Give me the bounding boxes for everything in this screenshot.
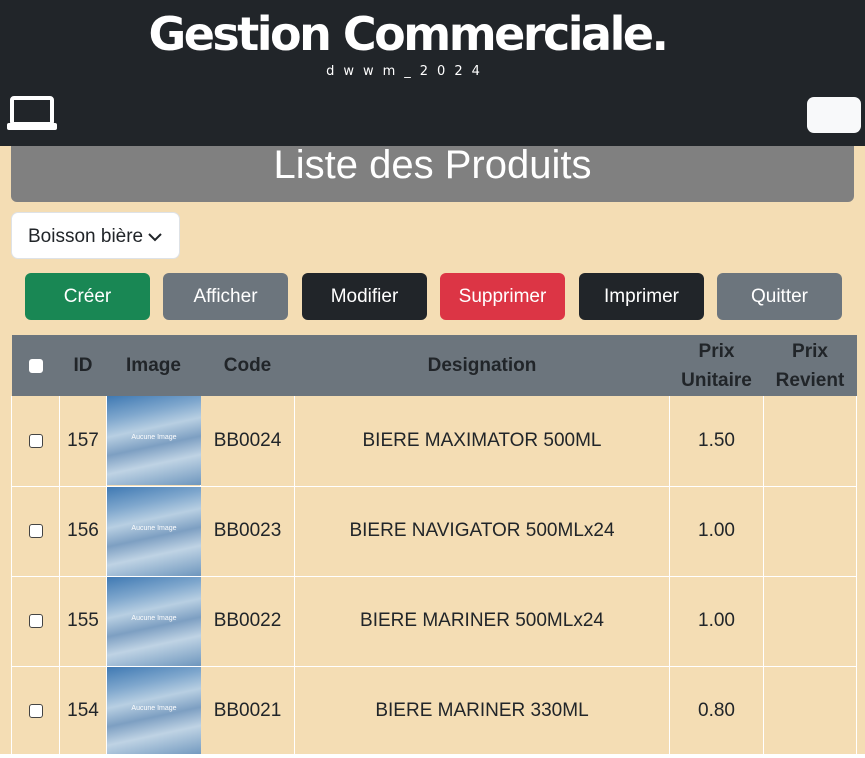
cell-prix-revient: [763, 665, 857, 757]
column-header-id[interactable]: ID: [59, 335, 107, 396]
cell-id: 155: [59, 575, 107, 667]
cell-image: Aucune Image: [106, 575, 201, 667]
table-row[interactable]: 157 Aucune Image BB0024 BIERE MAXIMATOR …: [11, 396, 857, 487]
cell-code: BB0022: [200, 575, 295, 667]
row-select-cell: [11, 396, 60, 487]
product-image[interactable]: Aucune Image: [107, 576, 201, 666]
page-bottom-edge: [0, 754, 865, 758]
cell-id: 156: [59, 485, 107, 577]
product-image[interactable]: Aucune Image: [107, 396, 201, 486]
row-checkbox[interactable]: [28, 433, 43, 448]
cell-image: Aucune Image: [106, 665, 201, 757]
cell-prix-revient: [763, 575, 857, 667]
cell-code: BB0023: [200, 485, 295, 577]
delete-button[interactable]: Supprimer: [440, 273, 565, 320]
category-select[interactable]: Boisson bière: [11, 212, 180, 259]
cell-designation: BIERE MARINER 500MLx24: [294, 575, 670, 667]
column-header-designation[interactable]: Designation: [294, 335, 670, 396]
page-title: Liste des Produits: [11, 145, 854, 202]
column-header-prix-unitaire[interactable]: Prix Unitaire: [669, 335, 764, 396]
cell-id: 157: [59, 396, 107, 487]
cell-prix-unitaire: 0.80: [669, 665, 764, 757]
products-table: ID Image Code Designation Prix Unitaire P…: [11, 335, 857, 757]
edit-button[interactable]: Modifier: [302, 273, 427, 320]
chevron-down-icon: [148, 230, 162, 242]
column-header-code[interactable]: Code: [200, 335, 295, 396]
cell-prix-revient: [763, 396, 857, 487]
product-image[interactable]: Aucune Image: [107, 666, 201, 756]
category-select-value: Boisson bière: [28, 226, 144, 247]
column-header-prix-revient-line2: Revient: [775, 369, 845, 391]
row-select-cell: [11, 575, 60, 667]
create-button[interactable]: Créer: [25, 273, 150, 320]
cell-designation: BIERE MARINER 330ML: [294, 665, 670, 757]
row-checkbox[interactable]: [28, 703, 43, 718]
brand-subtitle: dwwm_2024: [326, 64, 489, 79]
cell-prix-revient: [763, 485, 857, 577]
show-button[interactable]: Afficher: [163, 273, 288, 320]
no-image-text: Aucune Image: [131, 704, 177, 712]
table-row[interactable]: 155 Aucune Image BB0022 BIERE MARINER 50…: [11, 575, 857, 667]
cell-image: Aucune Image: [106, 396, 201, 487]
no-image-text: Aucune Image: [131, 434, 177, 442]
navbar: Gestion Commerciale. dwwm_2024: [0, 0, 865, 146]
no-image-text: Aucune Image: [131, 614, 177, 622]
cell-code: BB0024: [200, 396, 295, 487]
quit-button[interactable]: Quitter: [717, 273, 842, 320]
cell-image: Aucune Image: [106, 485, 201, 577]
row-checkbox[interactable]: [28, 613, 43, 628]
column-header-prix-unitaire-line1: Prix: [698, 340, 735, 362]
cell-designation: BIERE MAXIMATOR 500ML: [294, 396, 670, 487]
cell-designation: BIERE NAVIGATOR 500MLx24: [294, 485, 670, 577]
table-row[interactable]: 156 Aucune Image BB0023 BIERE NAVIGATOR …: [11, 485, 857, 577]
print-button[interactable]: Imprimer: [579, 273, 704, 320]
column-header-prix-revient[interactable]: Prix Revient: [763, 335, 857, 396]
cell-prix-unitaire: 1.50: [669, 396, 764, 487]
column-header-prix-revient-line1: Prix: [792, 340, 828, 362]
navbar-toggler-button[interactable]: [807, 97, 861, 133]
no-image-text: Aucune Image: [131, 524, 177, 532]
cell-prix-unitaire: 1.00: [669, 485, 764, 577]
row-select-cell: [11, 665, 60, 757]
brand-title[interactable]: Gestion Commerciale.: [0, 6, 815, 62]
cell-code: BB0021: [200, 665, 295, 757]
select-all-cell: [11, 335, 60, 396]
table-row[interactable]: 154 Aucune Image BB0021 BIERE MARINER 33…: [11, 665, 857, 757]
row-select-cell: [11, 485, 60, 577]
row-checkbox[interactable]: [28, 523, 43, 538]
cell-prix-unitaire: 1.00: [669, 575, 764, 667]
column-header-prix-unitaire-line2: Unitaire: [681, 369, 752, 391]
laptop-icon[interactable]: [6, 96, 58, 132]
table-header-row: ID Image Code Designation Prix Unitaire P…: [11, 335, 857, 396]
column-header-image[interactable]: Image: [106, 335, 201, 396]
select-all-checkbox[interactable]: [28, 358, 43, 373]
cell-id: 154: [59, 665, 107, 757]
product-image[interactable]: Aucune Image: [107, 486, 201, 576]
